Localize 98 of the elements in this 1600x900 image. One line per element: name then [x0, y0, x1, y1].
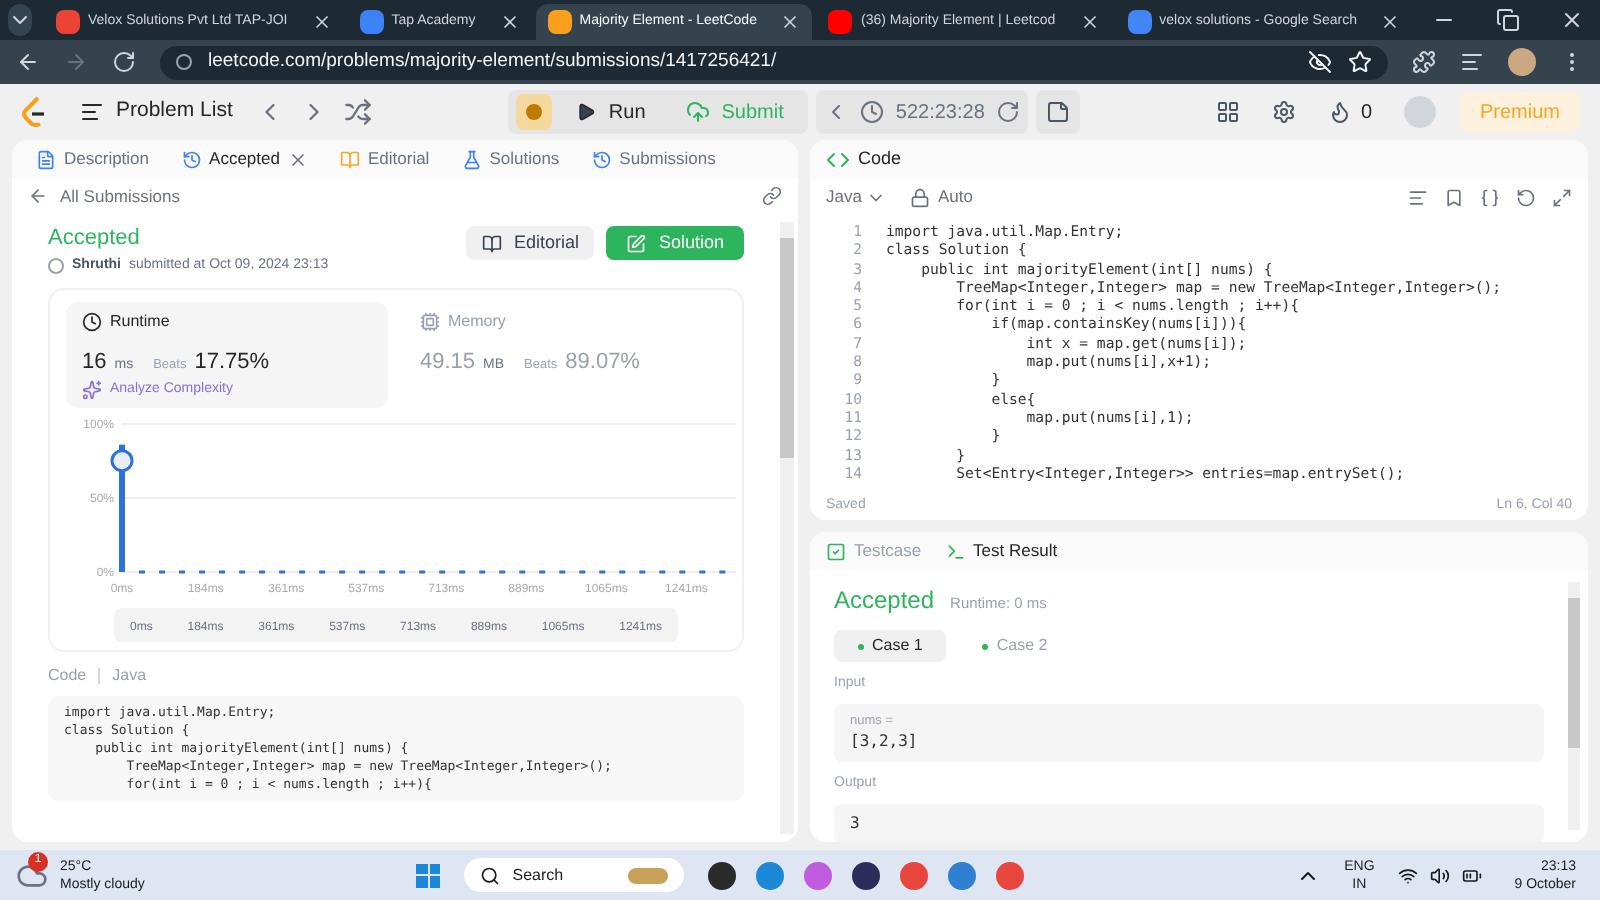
stat-label: Memory	[448, 310, 506, 334]
code-label: Code	[48, 664, 87, 688]
avatar-icon[interactable]	[1508, 48, 1536, 76]
list-icon	[80, 100, 104, 124]
close-icon[interactable]	[1079, 12, 1100, 32]
wifi-icon[interactable]	[1398, 865, 1419, 885]
document-icon	[36, 149, 56, 169]
lock-icon	[909, 187, 930, 207]
expand-icon[interactable]	[1552, 187, 1572, 207]
status-text: Accepted	[48, 224, 142, 254]
media-icon[interactable]	[1460, 50, 1484, 74]
book-icon	[481, 233, 502, 253]
app-icon[interactable]	[852, 861, 881, 889]
volume-icon[interactable]	[1430, 865, 1451, 885]
search-field[interactable]: Search	[464, 858, 685, 892]
chip-icon	[420, 312, 440, 332]
shuffle-icon[interactable]	[344, 98, 373, 126]
close-icon[interactable]	[311, 12, 332, 32]
reset-icon[interactable]	[1516, 187, 1536, 207]
checkbox-icon	[826, 541, 846, 561]
favicon-icon	[56, 10, 80, 34]
format-icon[interactable]	[1408, 187, 1428, 207]
terminal-icon	[945, 541, 966, 561]
extensions-icon[interactable]	[1412, 50, 1436, 74]
battery-icon[interactable]	[1462, 865, 1483, 885]
code-icon	[826, 148, 850, 172]
cloud-icon	[16, 859, 48, 891]
editorial-button[interactable]: Editorial	[465, 226, 595, 260]
back-icon[interactable]	[16, 50, 40, 74]
bookmark-star-icon[interactable]	[1348, 50, 1372, 74]
panel-tab[interactable]: Submissions	[583, 146, 724, 172]
stat-label: Runtime	[110, 310, 170, 334]
back-icon[interactable]	[28, 186, 48, 206]
scrollbar[interactable]	[780, 222, 794, 834]
tab-list-button[interactable]	[8, 4, 32, 36]
play-icon	[576, 102, 597, 122]
book-icon	[339, 149, 360, 169]
link-icon[interactable]	[762, 186, 782, 206]
upload-icon	[685, 100, 710, 124]
app-icon[interactable]	[708, 861, 737, 889]
beats-value: 89.07%	[565, 348, 640, 378]
close-icon[interactable]	[499, 12, 520, 32]
timer-icon	[859, 100, 884, 124]
site-info-icon[interactable]	[176, 54, 192, 70]
close-icon[interactable]	[780, 12, 801, 32]
scrollbar[interactable]	[1568, 582, 1580, 830]
favicon-icon	[828, 10, 853, 34]
history-icon	[181, 149, 202, 169]
history-icon	[591, 149, 612, 169]
run-button[interactable]: Run	[560, 94, 662, 130]
favicon-icon	[359, 10, 384, 34]
debug-button[interactable]	[516, 94, 553, 130]
notes-button[interactable]	[1036, 90, 1081, 134]
stat-value: 49.15	[420, 348, 476, 378]
result-status: Accepted	[834, 584, 935, 618]
avatar-icon	[48, 257, 64, 274]
input-value: [3,2,3]	[850, 730, 920, 755]
close-icon[interactable]	[287, 149, 308, 169]
panel-tab[interactable]: Test Result	[945, 538, 1058, 564]
stat-value: 16	[82, 348, 107, 378]
panel-tab[interactable]: Description	[28, 146, 158, 172]
mode-label: Auto	[937, 184, 973, 210]
clock-icon	[82, 312, 102, 332]
reset-icon[interactable]	[996, 100, 1021, 124]
flask-icon	[461, 149, 482, 169]
language-select[interactable]: Java	[826, 184, 886, 210]
bookmark-icon[interactable]	[1444, 187, 1464, 207]
restore-icon[interactable]	[1496, 8, 1521, 32]
start-icon[interactable]	[416, 863, 441, 887]
panel-tab[interactable]: Accepted	[173, 146, 316, 172]
selected-marker-icon	[110, 449, 134, 473]
favicon-icon	[1127, 10, 1152, 34]
problem-list-link[interactable]: Problem List	[116, 96, 233, 128]
logo-icon[interactable]	[20, 96, 48, 128]
language-label: Java	[112, 664, 147, 688]
streak-count: 0	[1360, 99, 1372, 127]
grid-icon[interactable]	[1216, 100, 1241, 124]
case-tab[interactable]: Case 1	[834, 630, 947, 662]
favicon-icon	[547, 10, 572, 34]
address-field[interactable]: leetcode.com/problems/majority-element/submissions/1417256421/	[160, 45, 1388, 79]
output-box: 3	[834, 803, 1544, 842]
beats-value: 17.75%	[194, 348, 270, 378]
close-icon[interactable]	[1560, 8, 1585, 32]
sparkle-icon	[82, 379, 102, 400]
eye-off-icon[interactable]	[1308, 50, 1332, 74]
panel-title: Code	[858, 146, 902, 173]
braces-icon[interactable]	[1480, 187, 1500, 207]
reload-icon[interactable]	[112, 50, 136, 74]
edit-icon	[626, 233, 647, 253]
note-icon	[1046, 100, 1071, 124]
close-icon[interactable]	[1380, 12, 1401, 32]
panel-tab[interactable]: Solutions	[453, 146, 568, 172]
flame-icon	[1328, 100, 1353, 124]
all-submissions-link[interactable]: All Submissions	[60, 183, 180, 209]
search-icon	[480, 865, 501, 885]
timer-text: 522:23:28	[895, 99, 985, 127]
panel-tab[interactable]: Editorial	[331, 146, 438, 172]
settings-icon[interactable]	[1272, 100, 1297, 124]
